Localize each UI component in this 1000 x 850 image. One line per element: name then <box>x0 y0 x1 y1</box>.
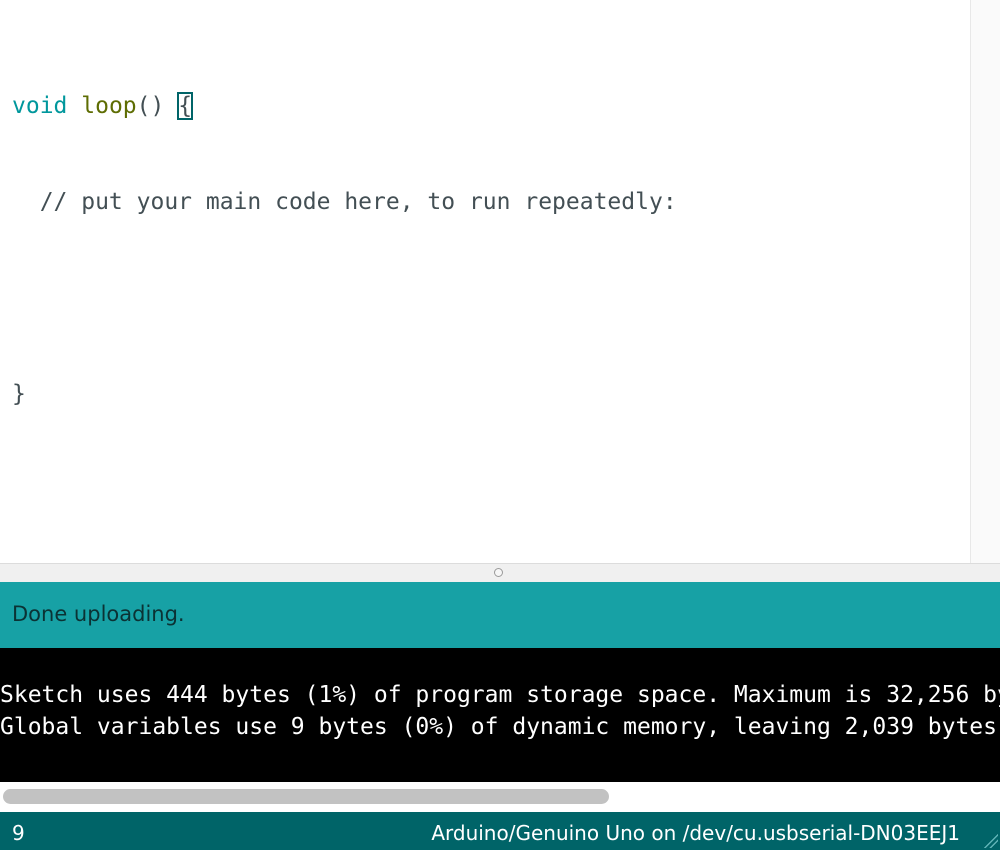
status-message: Done uploading. <box>12 602 185 626</box>
keyword-void: void <box>12 93 68 119</box>
code-area[interactable]: void loop() { // put your main code here… <box>12 26 677 474</box>
board-port-info: Arduino/Genuino Uno on /dev/cu.usbserial… <box>431 821 960 845</box>
console-line: Sketch uses 444 bytes (1%) of program st… <box>0 682 1000 708</box>
code-comment-line: // put your main code here, to run repea… <box>12 189 677 215</box>
footer-bar: 9 Arduino/Genuino Uno on /dev/cu.usbseri… <box>0 812 1000 850</box>
code-editor[interactable]: void loop() { // put your main code here… <box>0 0 1000 563</box>
pane-divider[interactable] <box>0 563 1000 582</box>
code-line: void loop() { <box>12 90 677 122</box>
open-brace-highlighted: { <box>177 92 194 120</box>
resize-grip-icon[interactable] <box>982 832 998 848</box>
console-horizontal-scrollbar[interactable] <box>0 782 1000 812</box>
line-number: 9 <box>12 821 25 845</box>
parens: () <box>136 93 165 119</box>
editor-vertical-scrollbar[interactable] <box>970 0 1000 563</box>
close-brace-line: } <box>12 381 26 407</box>
console-output[interactable]: Sketch uses 444 bytes (1%) of program st… <box>0 648 1000 782</box>
function-name: loop <box>81 93 137 119</box>
scrollbar-thumb[interactable] <box>3 789 609 804</box>
divider-drag-handle[interactable] <box>494 568 503 577</box>
status-bar: Done uploading. <box>0 582 1000 648</box>
console-line: Global variables use 9 bytes (0%) of dyn… <box>0 714 997 740</box>
